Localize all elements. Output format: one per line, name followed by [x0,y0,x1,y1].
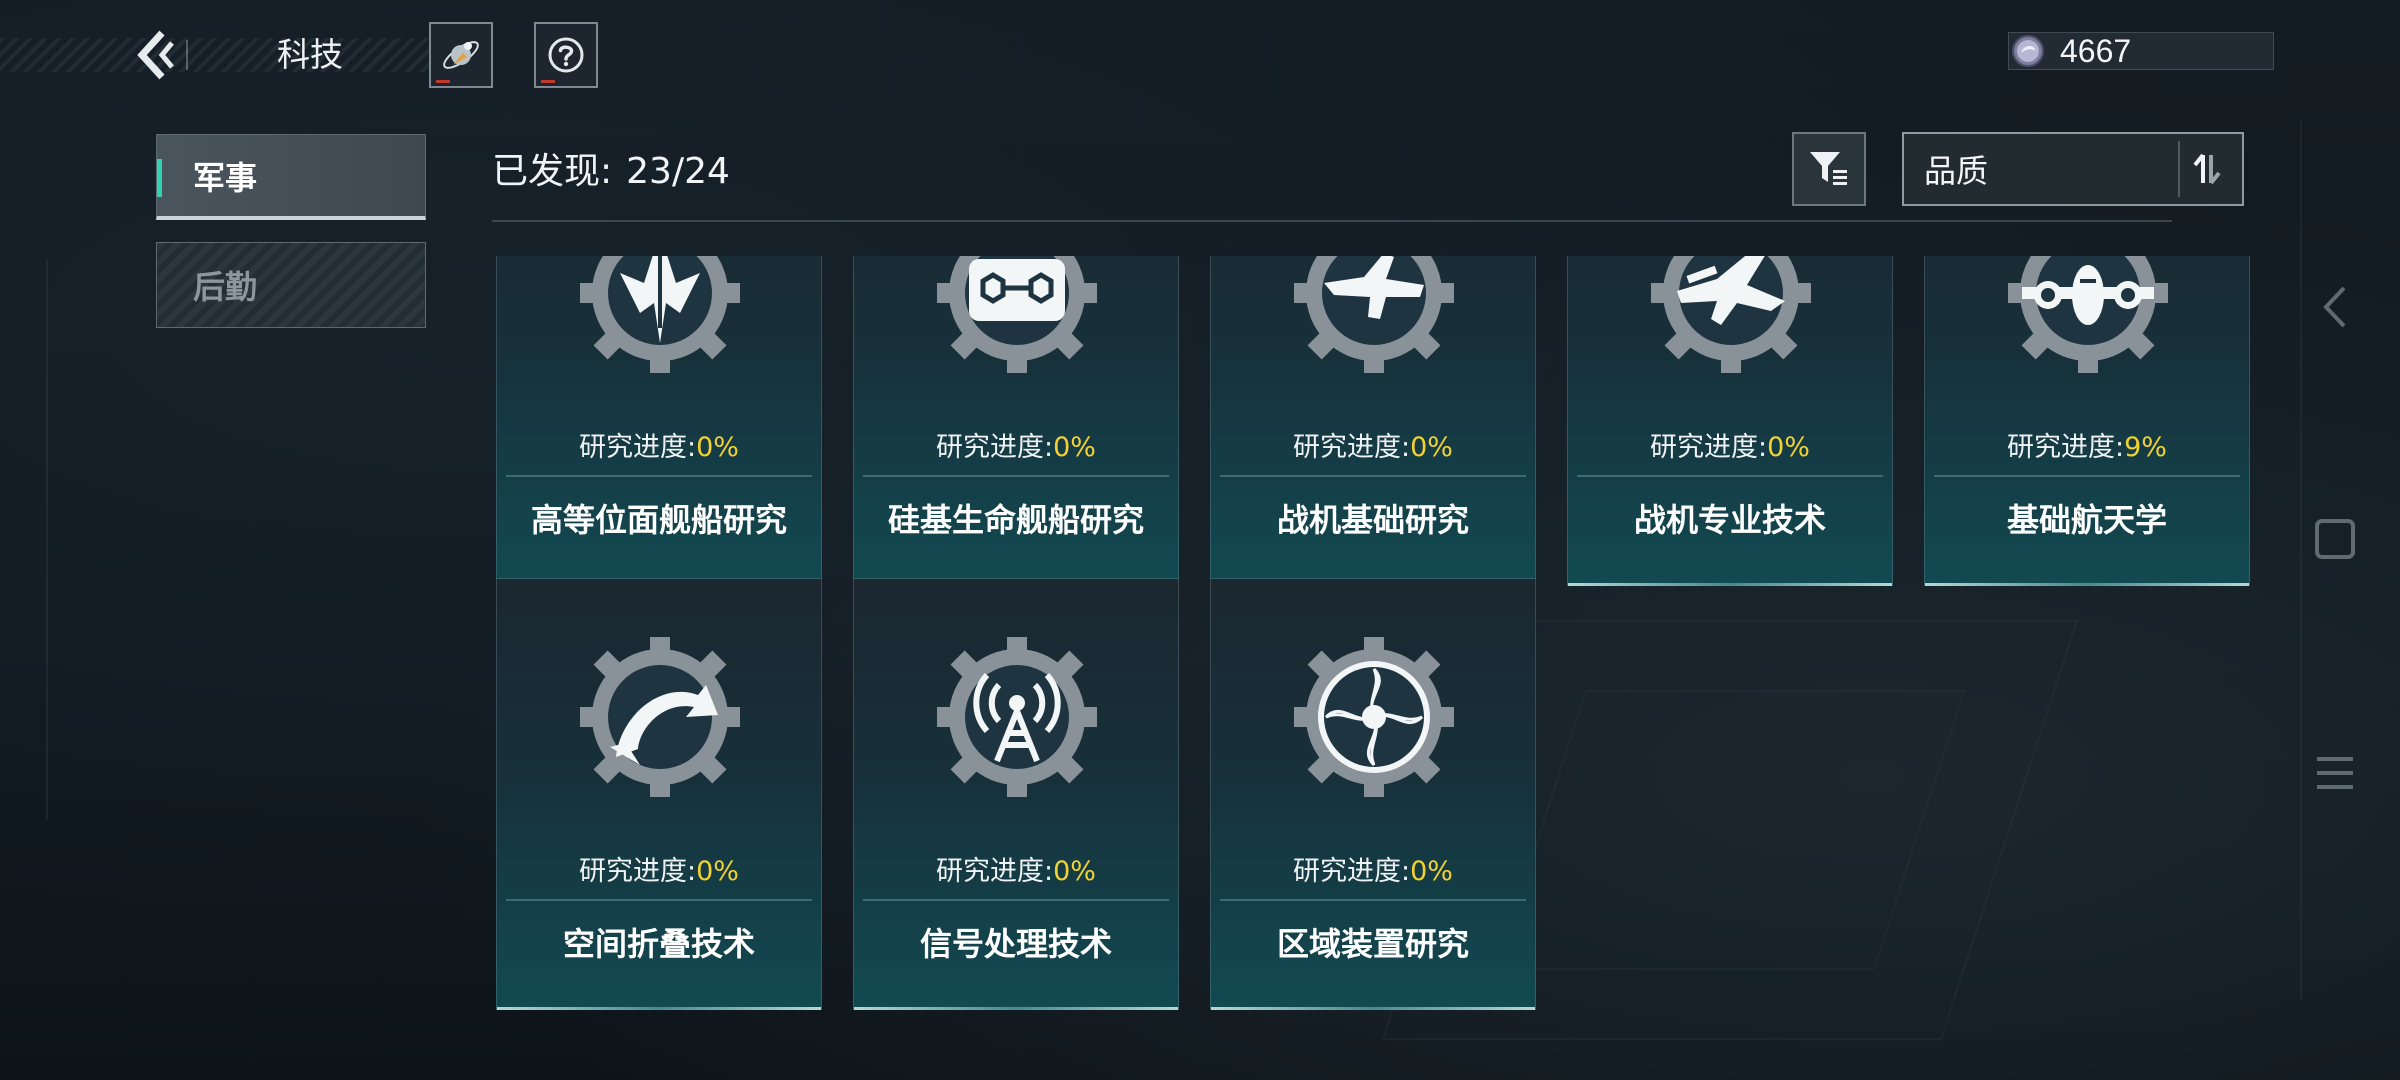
currency-amount: 4667 [2060,32,2132,69]
card-divider [863,475,1169,477]
research-name: 战机专业技术 [1633,501,1826,539]
chevron-left-icon [2323,286,2346,328]
research-name: 高等位面舰船研究 [530,501,787,539]
warship-gear-icon [576,256,744,377]
title-divider [186,40,188,70]
research-name: 基础航天学 [2006,501,2167,539]
fighter-jet-gear-icon [1290,256,1458,377]
discovered-count: 23/24 [626,151,730,192]
research-progress: 研究进度:0% [936,856,1096,887]
discovered-counter: 已发现: 23/24 [492,146,730,198]
sidebar-tab-logistics[interactable]: 后勤 [156,242,426,328]
header-divider [492,220,2172,222]
filter-icon [1810,152,1847,185]
research-card[interactable]: 研究进度:0% 战机基础研究 [1210,256,1536,586]
research-name: 战机基础研究 [1276,501,1469,539]
research-name: 信号处理技术 [919,925,1112,963]
sort-select[interactable]: 品质 [1902,132,2244,206]
crystal-currency-icon [2012,35,2044,67]
vortex-device-gear-icon [1290,633,1458,801]
active-indicator [157,159,162,197]
research-progress: 研究进度:0% [579,432,739,463]
nav-menu-key[interactable] [2312,750,2358,796]
sidebar-tab-label: 军事 [193,158,258,197]
card-divider [1577,475,1883,477]
research-progress: 研究进度:0% [1293,432,1453,463]
planet-button[interactable] [429,22,493,88]
currency-display: 4667 [2008,32,2274,70]
badge-mark [541,80,555,83]
fighter-missile-gear-icon [1647,256,1815,377]
research-progress: 研究进度:0% [936,432,1096,463]
research-name: 硅基生命舰船研究 [887,501,1144,539]
filter-button[interactable] [1792,132,1866,206]
research-card[interactable]: 研究进度:0% 区域装置研究 [1210,578,1536,1010]
research-card[interactable]: 研究进度:0% 硅基生命舰船研究 [853,256,1179,586]
research-progress: 研究进度:9% [2007,432,2167,463]
nav-back-key[interactable] [2312,284,2358,330]
help-icon [548,37,584,73]
hexagon-molecule-gear-icon [933,256,1101,377]
page-title: 科技 [277,35,343,74]
research-progress: 研究进度:0% [579,856,739,887]
research-card[interactable]: 研究进度:0% 战机专业技术 [1567,256,1893,586]
space-fold-gear-icon [576,633,744,801]
research-card[interactable]: 研究进度:9% 基础航天学 [1924,256,2250,586]
airliner-gear-icon [2004,256,2172,377]
research-card[interactable]: 研究进度:0% 高等位面舰船研究 [496,256,822,586]
research-grid: 研究进度:0% 高等位面舰船研究 研究进度:0% 硅基生命舰船研究 研究进度:0… [490,256,2260,1036]
rocket-planet-icon [443,41,479,69]
card-divider [506,475,812,477]
research-card[interactable]: 研究进度:0% 信号处理技术 [853,578,1179,1010]
card-divider [1934,475,2240,477]
card-divider [863,899,1169,901]
square-icon [2315,519,2355,559]
card-divider [1220,899,1526,901]
sidebar-tab-military[interactable]: 军事 [156,134,426,220]
research-name: 空间折叠技术 [562,925,755,963]
research-name: 区域装置研究 [1276,925,1469,963]
card-divider [1220,475,1526,477]
sort-order-toggle[interactable] [2178,141,2234,197]
card-divider [506,899,812,901]
menu-icon [2317,757,2353,789]
research-progress: 研究进度:0% [1293,856,1453,887]
research-progress: 研究进度:0% [1650,432,1810,463]
chevron-left-icon [137,30,174,80]
sort-order-icon [2193,153,2221,185]
sort-select-label: 品质 [1924,152,1989,190]
signal-tower-gear-icon [933,633,1101,801]
discovered-label: 已发现: [492,151,613,192]
badge-mark [436,80,450,83]
help-button[interactable] [534,22,598,88]
back-button[interactable] [126,26,182,84]
sidebar-tab-label: 后勤 [193,268,258,306]
nav-home-key[interactable] [2312,516,2358,562]
research-card[interactable]: 研究进度:0% 空间折叠技术 [496,578,822,1010]
background-left-marks [46,260,76,820]
